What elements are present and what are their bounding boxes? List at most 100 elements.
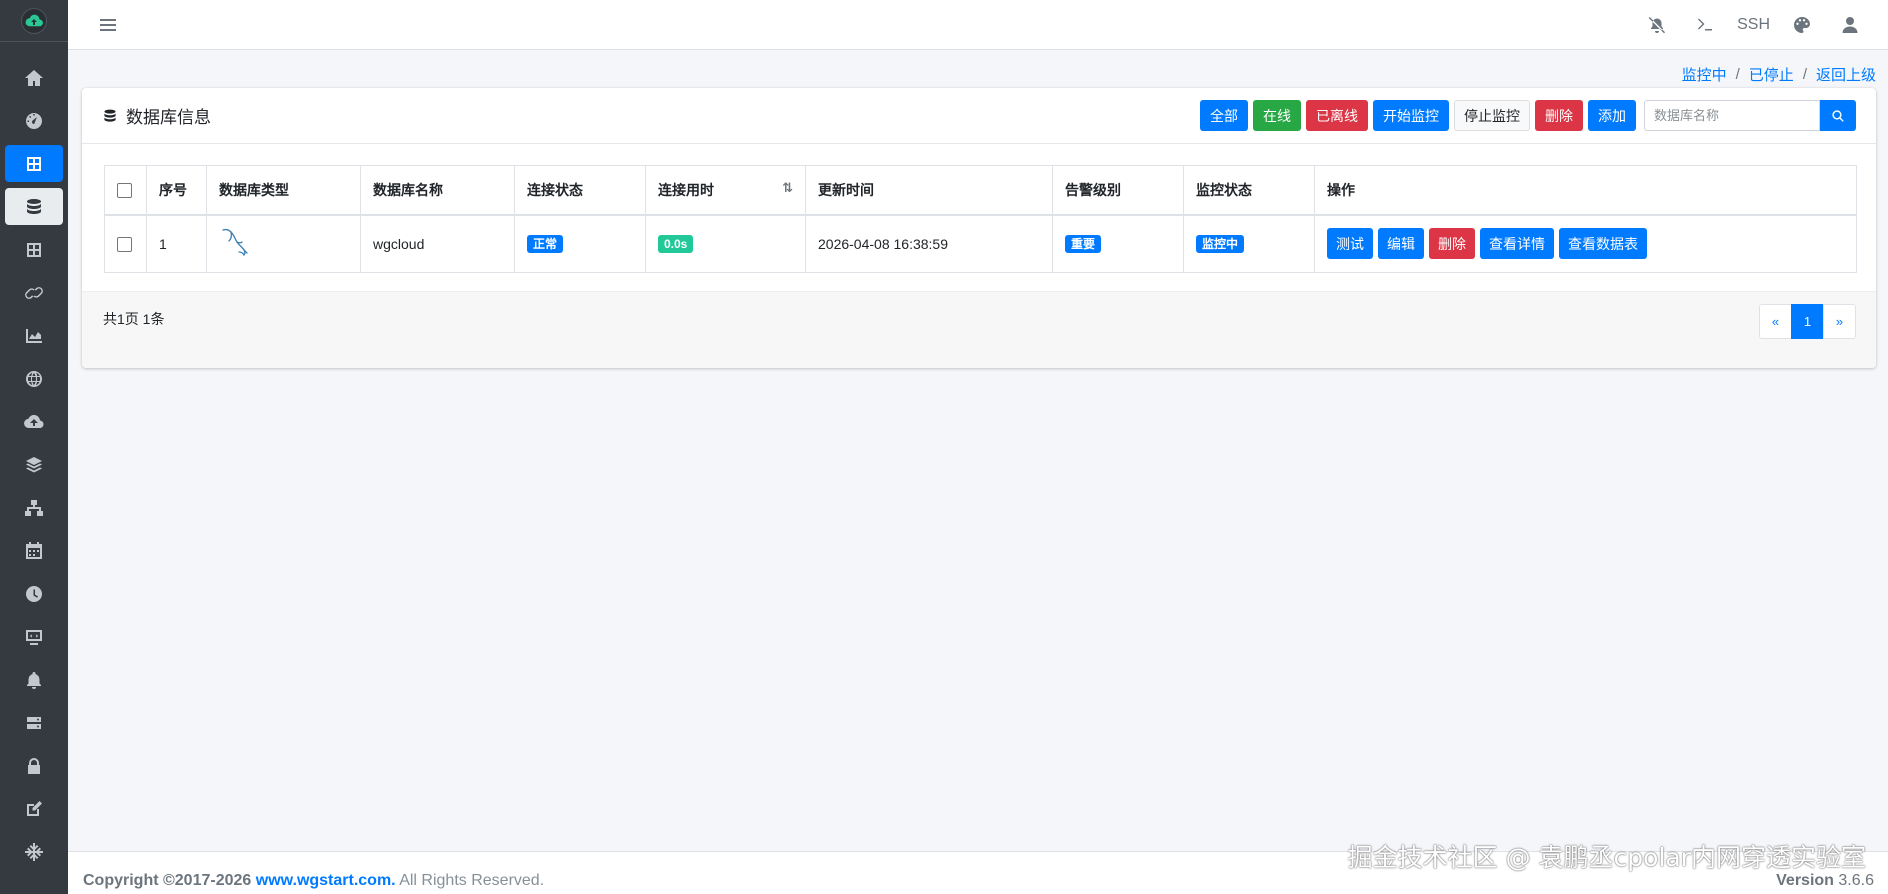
area-chart-icon [26,328,42,343]
view-tables-button[interactable]: 查看数据表 [1559,228,1647,260]
select-all-checkbox[interactable] [117,183,132,199]
database-card: 数据库信息 全部 在线 已离线 开始监控 停止监控 删除 添加 数据库名称 序号… [82,88,1876,368]
column-header-latency[interactable]: 连接用时 ⇅ [645,165,806,216]
sidebar-item-grid[interactable] [0,142,68,185]
latency-badge: 0.0s [658,234,694,253]
select-all-cell [104,165,147,216]
database-table: 序号 数据库类型 数据库名称 连接状态 连接用时 ⇅ 更新时间 告警级别 监控状态… [104,165,1857,273]
top-right-tools: SSH [1633,5,1874,45]
sidebar-item-dashboard[interactable] [0,99,68,142]
sidebar-item-clock[interactable] [0,572,68,615]
bulk-delete-button[interactable]: 删除 [1535,100,1583,131]
edit-button[interactable]: 编辑 [1378,228,1424,260]
apps-grid-icon [27,242,41,257]
user-button[interactable] [1826,5,1874,45]
monitor-code-icon [26,629,42,645]
filter-online-button[interactable]: 在线 [1253,100,1301,131]
breadcrumb-stopped[interactable]: 已停止 [1749,64,1794,85]
view-details-button[interactable]: 查看详情 [1480,228,1554,260]
ssh-button[interactable]: SSH [1729,5,1778,45]
watermark: 掘金技术社区 @ 袁鹏丞cpolar内网穿透实验室 [1347,843,1866,872]
snowflake-icon [25,842,43,861]
sidebar-item-edit[interactable] [0,787,68,830]
lock-icon [28,757,40,774]
row-db-type [206,214,361,273]
globe-icon [26,370,42,387]
sidebar-item-network[interactable] [0,486,68,529]
user-icon [1842,16,1858,33]
copyright-prefix: Copyright ©2017-2026 [83,872,252,889]
terminal-icon [1698,18,1713,30]
column-header-updated: 更新时间 [805,165,1053,216]
row-actions: 测试 编辑 删除 查看详情 查看数据表 [1314,214,1857,273]
sidebar-item-home[interactable] [0,56,68,99]
stop-monitor-button[interactable]: 停止监控 [1454,100,1530,131]
pagination-prev[interactable]: « [1759,304,1792,339]
sidebar-item-server[interactable] [0,701,68,744]
row-alarm-level: 重要 [1052,214,1184,273]
version-number: 3.6.6 [1838,872,1874,889]
sidebar-item-calendar[interactable] [0,529,68,572]
column-header-latency-label: 连接用时 [658,181,714,198]
pagination-next[interactable]: » [1823,304,1856,339]
start-monitor-button[interactable]: 开始监控 [1373,100,1449,131]
row-checkbox[interactable] [117,237,132,253]
mysql-dolphin-icon [222,229,248,257]
clock-icon [26,585,42,602]
search-input[interactable] [1644,100,1820,131]
breadcrumb-monitoring[interactable]: 监控中 [1682,64,1727,85]
hamburger-icon [100,18,116,31]
row-monitor-status: 监控中 [1183,214,1315,273]
card-title: 数据库信息 [102,103,211,128]
notifications-muted-button[interactable] [1633,5,1681,45]
sidebar-item-database[interactable] [0,185,68,228]
sidebar-item-monitor[interactable] [0,615,68,658]
brand[interactable] [0,0,68,42]
sort-icon[interactable]: ⇅ [782,180,793,196]
pagination: « 1 » [1759,304,1856,339]
palette-icon [1794,16,1810,33]
sidebar-item-apps[interactable] [0,228,68,271]
theme-button[interactable] [1778,5,1826,45]
bell-slash-icon [1648,16,1666,33]
sidebar-item-security[interactable] [0,744,68,787]
row-index: 1 [146,214,207,273]
filter-all-button[interactable]: 全部 [1200,100,1248,131]
link-icon [25,286,43,299]
table-row: 1 wgcloud 正常 0.0s 2026-04-08 16:38:59 重要… [104,214,1857,273]
calendar-icon [26,541,42,559]
row-latency: 0.0s [645,214,806,273]
table-grid-icon [27,156,41,171]
breadcrumb-back[interactable]: 返回上级 [1816,64,1876,85]
add-button[interactable]: 添加 [1588,100,1636,131]
sidebar-item-settings[interactable] [0,830,68,873]
table-container: 序号 数据库类型 数据库名称 连接状态 连接用时 ⇅ 更新时间 告警级别 监控状态… [104,165,1857,273]
filter-offline-button[interactable]: 已离线 [1306,100,1368,131]
network-icon [25,499,43,516]
breadcrumb-separator: / [1735,66,1740,83]
column-header-monitor-status: 监控状态 [1183,165,1315,216]
sidebar-item-alerts[interactable] [0,658,68,701]
sidebar-item-upload[interactable] [0,400,68,443]
terminal-button[interactable] [1681,5,1729,45]
sidebar-item-chart[interactable] [0,314,68,357]
row-connection-status: 正常 [514,214,646,273]
version-label: Version [1776,872,1834,889]
copyright: Copyright ©2017-2026 www.wgstart.com. Al… [83,872,544,890]
site-link[interactable]: www.wgstart.com. [256,872,396,889]
search-icon [1832,109,1844,122]
column-header-alarm-level: 告警级别 [1052,165,1184,216]
breadcrumb: 监控中 / 已停止 / 返回上级 [1682,64,1876,85]
delete-button[interactable]: 删除 [1429,228,1475,260]
database-icon [104,109,116,122]
sidebar-item-layers[interactable] [0,443,68,486]
server-icon [27,716,41,729]
sidebar-item-globe[interactable] [0,357,68,400]
database-icon [27,198,41,214]
copyright-rights: All Rights Reserved. [399,872,545,889]
menu-toggle-button[interactable] [88,18,128,32]
test-button[interactable]: 测试 [1327,228,1373,260]
sidebar-item-links[interactable] [0,271,68,314]
pagination-page[interactable]: 1 [1791,304,1824,339]
search-button[interactable] [1820,100,1856,131]
